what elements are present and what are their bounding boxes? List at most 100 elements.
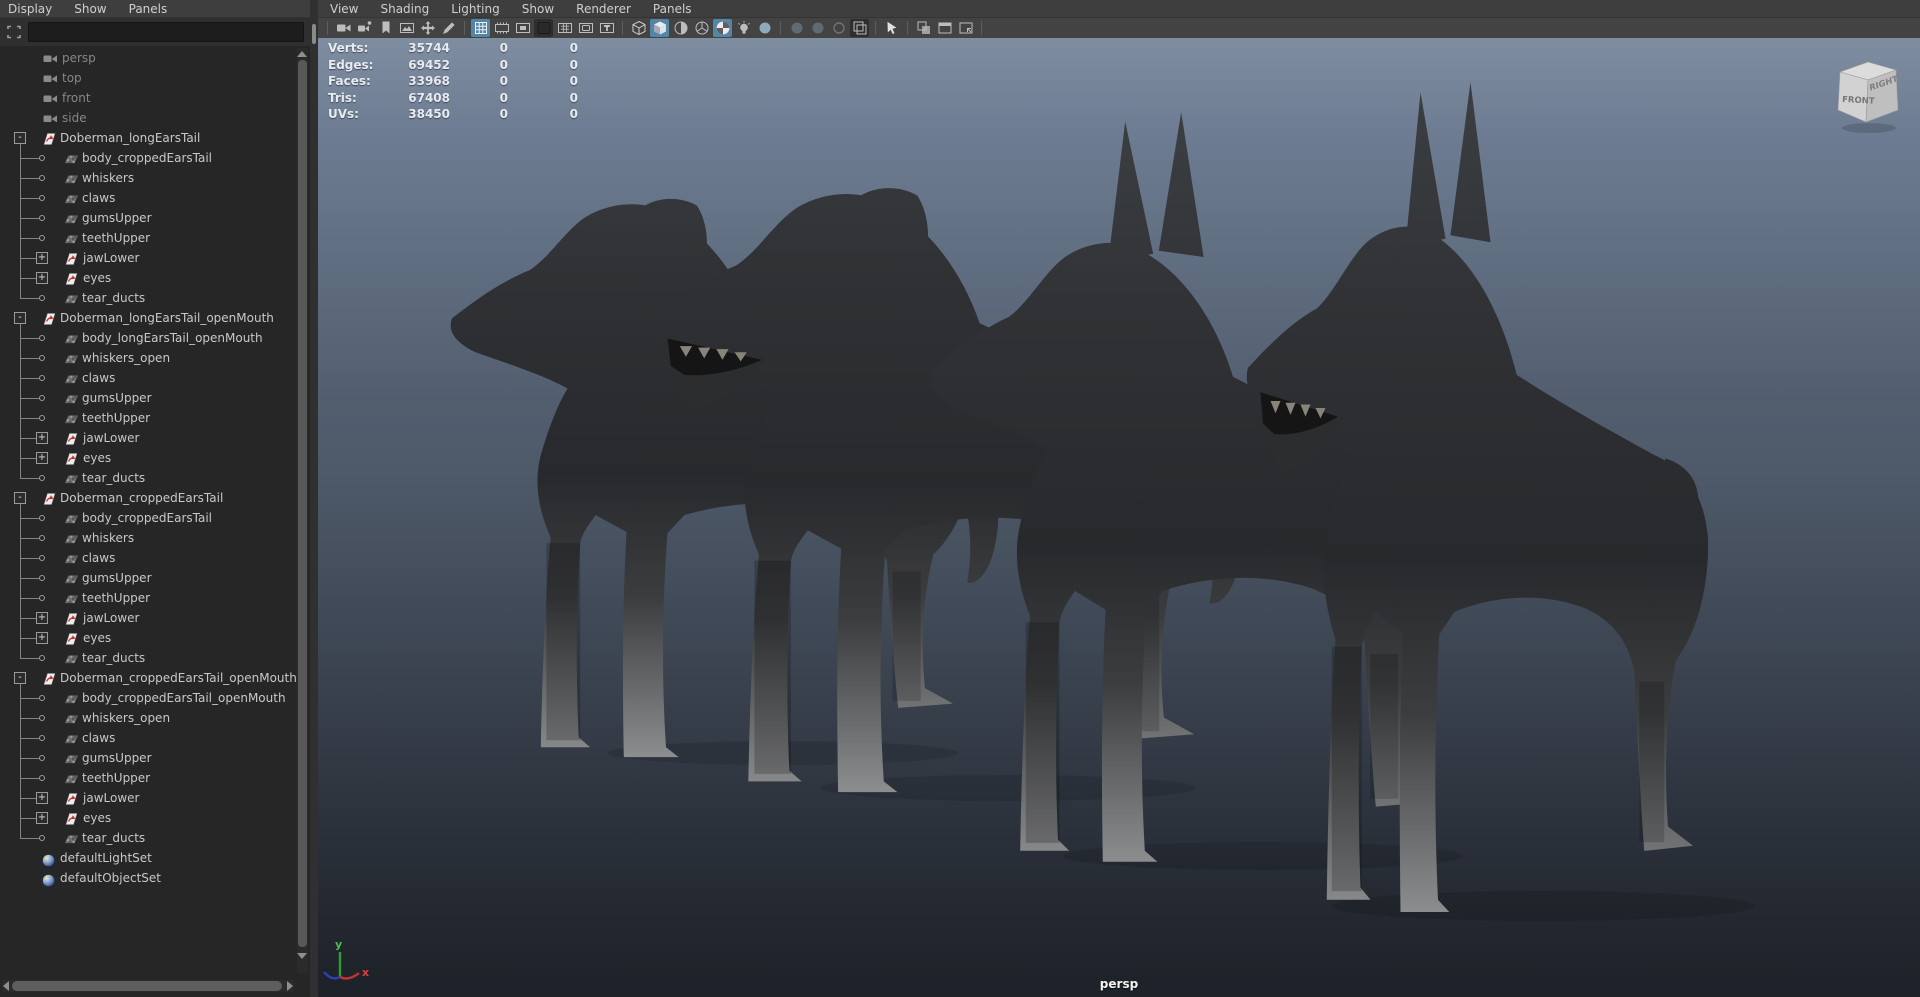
horizontal-scroll-thumb[interactable] <box>12 981 282 991</box>
tree-item-tear_ducts[interactable]: tear_ducts <box>0 828 296 848</box>
tree-item-whiskers[interactable]: whiskers <box>0 168 296 188</box>
tree-item-teethUpper[interactable]: teethUpper <box>0 768 296 788</box>
tree-item-body_longEarsTail_openMouth[interactable]: body_longEarsTail_openMouth <box>0 328 296 348</box>
tree-item-tear_ducts[interactable]: tear_ducts <box>0 288 296 308</box>
tree-item-jawLower[interactable]: + jawLower <box>0 248 296 268</box>
tree-item-gumsUpper[interactable]: gumsUpper <box>0 388 296 408</box>
grid-icon[interactable] <box>471 19 490 37</box>
viewport-menu-renderer[interactable]: Renderer <box>576 2 631 16</box>
tree-item-eyes[interactable]: + eyes <box>0 268 296 288</box>
tree-item-gumsUpper[interactable]: gumsUpper <box>0 208 296 228</box>
expand-expander[interactable]: + <box>36 612 48 624</box>
shadows-icon[interactable] <box>713 19 732 37</box>
tree-item-whiskers[interactable]: whiskers <box>0 528 296 548</box>
outliner-search-input[interactable] <box>28 22 304 42</box>
select-camera-icon[interactable] <box>334 19 353 37</box>
outliner-vertical-scrollbar[interactable] <box>297 48 308 973</box>
tree-item-whiskers_open[interactable]: whiskers_open <box>0 348 296 368</box>
snapshot-icon[interactable] <box>956 19 975 37</box>
resolution-gate-icon[interactable] <box>513 19 532 37</box>
vertical-scroll-thumb[interactable] <box>298 60 307 947</box>
expand-expander[interactable]: + <box>36 432 48 444</box>
wireframe-icon[interactable] <box>629 19 648 37</box>
tree-item-jawLower[interactable]: + jawLower <box>0 428 296 448</box>
scroll-right-icon[interactable] <box>287 981 293 991</box>
image-plane-icon[interactable] <box>397 19 416 37</box>
collapse-expander[interactable]: - <box>14 312 26 324</box>
field-chart-icon[interactable] <box>555 19 574 37</box>
filter-icon[interactable] <box>6 24 22 40</box>
safe-title-icon[interactable] <box>597 19 616 37</box>
viewport-menu-lighting[interactable]: Lighting <box>451 2 500 16</box>
divider-grip-handle[interactable] <box>312 24 316 44</box>
scroll-down-icon[interactable] <box>297 953 307 959</box>
tree-item-teethUpper[interactable]: teethUpper <box>0 588 296 608</box>
tree-item-eyes[interactable]: + eyes <box>0 628 296 648</box>
motion-blur-icon[interactable] <box>755 19 774 37</box>
smooth-shade-icon[interactable] <box>650 19 669 37</box>
tree-item-jawLower[interactable]: + jawLower <box>0 608 296 628</box>
tree-item-body_croppedEarsTail[interactable]: body_croppedEarsTail <box>0 148 296 168</box>
film-gate-icon[interactable] <box>492 19 511 37</box>
tree-item-claws[interactable]: claws <box>0 548 296 568</box>
outliner-horizontal-scrollbar[interactable] <box>2 980 294 992</box>
view-cube[interactable]: FRONT RIGHT <box>1830 56 1910 138</box>
expand-expander[interactable]: + <box>36 252 48 264</box>
tree-item-side[interactable]: side <box>0 108 296 128</box>
tree-item-tear_ducts[interactable]: tear_ducts <box>0 468 296 488</box>
tree-item-eyes[interactable]: + eyes <box>0 808 296 828</box>
bookmark-icon[interactable] <box>376 19 395 37</box>
use-all-lights-icon[interactable] <box>692 19 711 37</box>
scroll-left-icon[interactable] <box>3 981 9 991</box>
expand-expander[interactable]: + <box>36 272 48 284</box>
view-transform-icon[interactable] <box>829 19 848 37</box>
expand-expander[interactable]: + <box>36 452 48 464</box>
panel-divider[interactable] <box>310 0 318 997</box>
gamma-icon[interactable] <box>808 19 827 37</box>
viewport-canvas[interactable]: Verts: 35744 0 0 Edges: 69452 0 0 Faces: 33968 0 0 T… <box>318 38 1920 997</box>
viewport-menu-view[interactable]: View <box>330 2 358 16</box>
tree-item-Doberman_croppedEarsTail_openMouth[interactable]: - Doberman_croppedEarsTail_openMouth <box>0 668 296 688</box>
two-d-pan-zoom-icon[interactable] <box>418 19 437 37</box>
object-selection-icon[interactable] <box>882 19 901 37</box>
viewport-menu-shading[interactable]: Shading <box>380 2 429 16</box>
viewport-menu-panels[interactable]: Panels <box>653 2 692 16</box>
collapse-expander[interactable]: - <box>14 132 26 144</box>
safe-action-icon[interactable] <box>576 19 595 37</box>
collapse-expander[interactable]: - <box>14 672 26 684</box>
exposure-icon[interactable] <box>787 19 806 37</box>
tree-item-eyes[interactable]: + eyes <box>0 448 296 468</box>
tree-item-teethUpper[interactable]: teethUpper <box>0 408 296 428</box>
tree-item-defaultObjectSet[interactable]: defaultObjectSet <box>0 868 296 888</box>
tree-item-front[interactable]: front <box>0 88 296 108</box>
textured-icon[interactable] <box>671 19 690 37</box>
tree-item-top[interactable]: top <box>0 68 296 88</box>
outliner-menu-display[interactable]: Display <box>8 2 52 16</box>
expand-expander[interactable]: + <box>36 792 48 804</box>
gate-mask-icon[interactable] <box>534 19 553 37</box>
occlusion-icon[interactable] <box>734 19 753 37</box>
tree-item-teethUpper[interactable]: teethUpper <box>0 228 296 248</box>
tree-item-claws[interactable]: claws <box>0 728 296 748</box>
outliner-menu-show[interactable]: Show <box>74 2 106 16</box>
expand-expander[interactable]: + <box>36 632 48 644</box>
tree-item-body_croppedEarsTail[interactable]: body_croppedEarsTail <box>0 508 296 528</box>
tree-item-persp[interactable]: persp <box>0 48 296 68</box>
viewport-menu-show[interactable]: Show <box>522 2 554 16</box>
tree-item-claws[interactable]: claws <box>0 188 296 208</box>
tree-item-gumsUpper[interactable]: gumsUpper <box>0 748 296 768</box>
expand-expander[interactable]: + <box>36 812 48 824</box>
grease-pencil-icon[interactable] <box>439 19 458 37</box>
tree-item-jawLower[interactable]: + jawLower <box>0 788 296 808</box>
tree-item-tear_ducts[interactable]: tear_ducts <box>0 648 296 668</box>
tree-item-Doberman_longEarsTail[interactable]: - Doberman_longEarsTail <box>0 128 296 148</box>
tree-item-claws[interactable]: claws <box>0 368 296 388</box>
tree-item-Doberman_longEarsTail_openMouth[interactable]: - Doberman_longEarsTail_openMouth <box>0 308 296 328</box>
tree-item-defaultLightSet[interactable]: defaultLightSet <box>0 848 296 868</box>
tree-item-body_croppedEarsTail_openMouth[interactable]: body_croppedEarsTail_openMouth <box>0 688 296 708</box>
tree-item-Doberman_croppedEarsTail[interactable]: - Doberman_croppedEarsTail <box>0 488 296 508</box>
tree-item-gumsUpper[interactable]: gumsUpper <box>0 568 296 588</box>
collapse-expander[interactable]: - <box>14 492 26 504</box>
camera-attributes-icon[interactable] <box>355 19 374 37</box>
tree-item-whiskers_open[interactable]: whiskers_open <box>0 708 296 728</box>
